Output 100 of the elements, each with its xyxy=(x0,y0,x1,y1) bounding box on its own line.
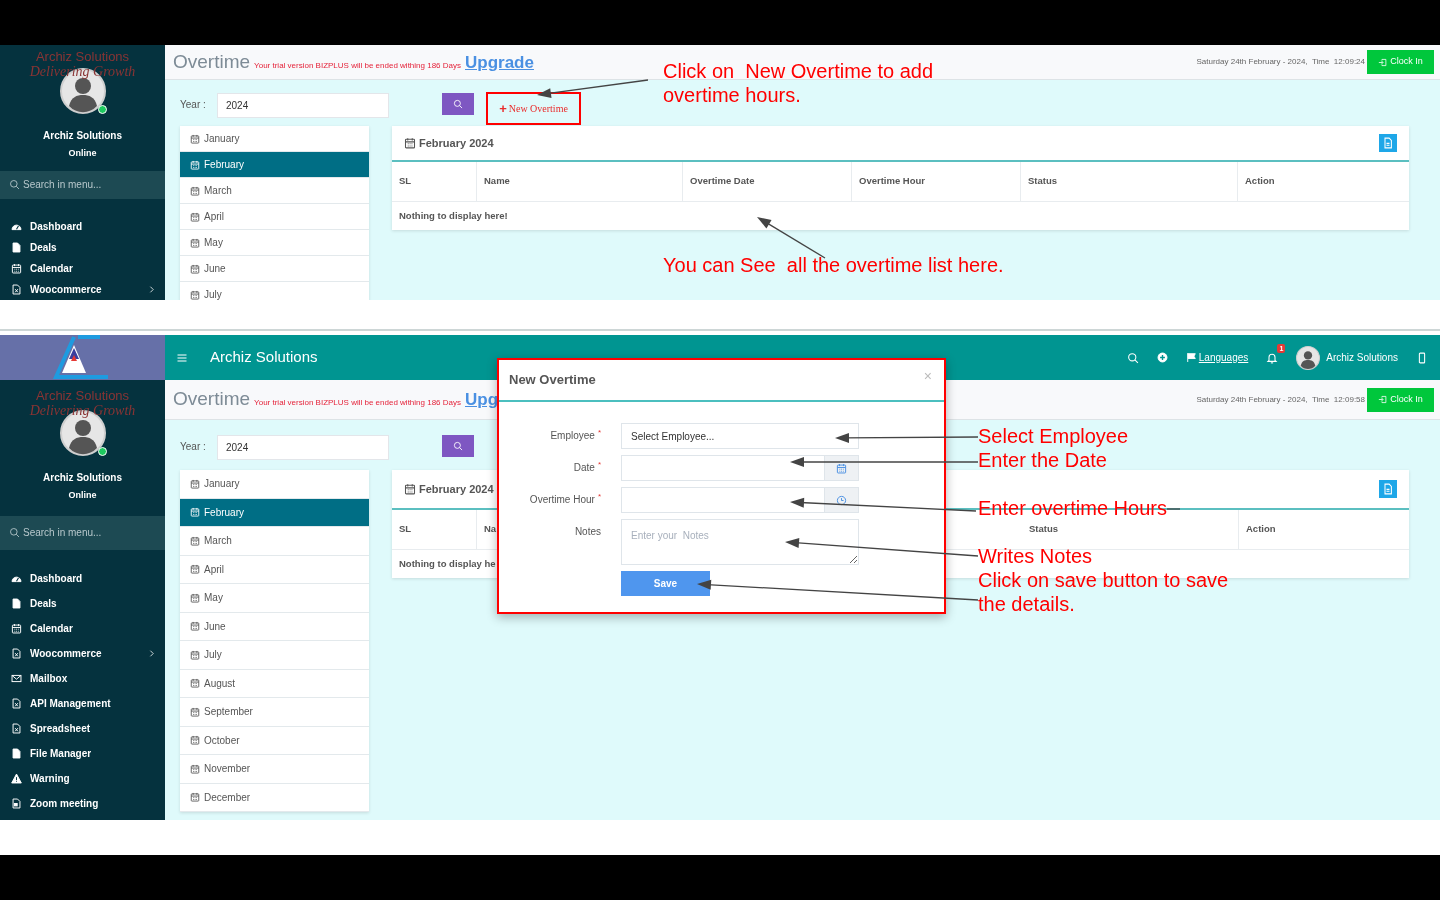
menu-item[interactable]: Calendar xyxy=(0,258,165,279)
calendar-icon xyxy=(404,137,416,149)
month-item[interactable]: March xyxy=(180,178,369,204)
calendar-icon xyxy=(190,478,200,489)
calendar-icon xyxy=(190,211,200,222)
panel-title: February 2024 xyxy=(419,135,494,151)
column-header: Action xyxy=(1245,522,1277,537)
document-icon xyxy=(1382,137,1394,149)
menu-item[interactable]: Woocommerce xyxy=(0,279,165,300)
month-item[interactable]: September xyxy=(180,698,369,727)
column-header: Name xyxy=(477,162,683,201)
hour-field[interactable] xyxy=(621,487,859,513)
empty-message: Nothing to display he xyxy=(399,556,496,571)
spreadsheet-icon xyxy=(11,697,22,709)
sign-in-icon xyxy=(1378,395,1388,404)
annotation-text: Click on New Overtime to add overtime hours. xyxy=(663,59,935,107)
page-title: Overtime xyxy=(173,49,251,74)
calendar-icon xyxy=(11,263,22,274)
month-item[interactable]: July xyxy=(180,641,369,670)
month-item[interactable]: August xyxy=(180,669,369,698)
dialog-title: New Overtime xyxy=(509,371,596,390)
employee-select[interactable]: Select Employee... xyxy=(621,423,859,449)
search-icon[interactable] xyxy=(1126,351,1139,364)
month-item[interactable]: June xyxy=(180,612,369,641)
notes-field[interactable]: Enter your Notes xyxy=(621,519,859,565)
plus-circle-icon[interactable] xyxy=(1156,352,1168,363)
month-item[interactable]: June xyxy=(180,256,369,282)
calendar-icon xyxy=(190,263,200,274)
month-item[interactable]: February xyxy=(180,498,369,527)
trial-notice: Your trial version BIZPLUS will be ended withing 186 Days xyxy=(254,59,461,72)
bell-icon[interactable] xyxy=(1266,352,1279,365)
search-field[interactable]: Search in menu... xyxy=(0,170,165,199)
date-field[interactable] xyxy=(621,455,859,481)
menu-item[interactable]: Calendar xyxy=(0,615,165,641)
page-title: Overtime xyxy=(173,387,251,412)
flag-icon xyxy=(1185,352,1197,363)
annotation-arrow xyxy=(757,217,826,259)
column-header: SL xyxy=(392,510,477,549)
avatar-silhouette xyxy=(1296,345,1321,370)
calendar-icon xyxy=(190,289,200,300)
calendar-icon xyxy=(190,592,200,603)
user-status: Online xyxy=(68,489,97,502)
calendar-icon xyxy=(190,535,200,546)
menu-item[interactable]: Woocommerce xyxy=(0,640,165,666)
search-icon xyxy=(9,527,20,538)
menu-item[interactable]: Deals xyxy=(0,237,165,258)
new-overtime-button[interactable]: +New Overtime xyxy=(486,92,581,125)
user-status: Online xyxy=(68,147,97,160)
annotation-text: Select Employee xyxy=(978,424,1129,448)
device-icon[interactable] xyxy=(1416,351,1428,364)
menu-item[interactable]: Deals xyxy=(0,590,165,616)
menu-item[interactable]: Dashboard xyxy=(0,565,165,591)
annotation-text: Click on save button to save the details. xyxy=(978,568,1230,616)
month-item[interactable]: May xyxy=(180,230,369,256)
user-menu-name[interactable]: Archiz Solutions xyxy=(1326,350,1398,365)
pdf-export-button[interactable] xyxy=(1379,480,1397,498)
document-icon xyxy=(11,242,22,253)
month-item[interactable]: April xyxy=(180,555,369,584)
calendar-icon xyxy=(404,483,416,495)
year-field[interactable]: 2024 xyxy=(217,435,389,460)
month-item[interactable]: April xyxy=(180,204,369,230)
calendar-icon xyxy=(190,763,200,774)
calendar-icon xyxy=(190,706,200,717)
menu-item[interactable]: Spreadsheet xyxy=(0,715,165,741)
search-field[interactable]: Search in menu... xyxy=(0,515,165,550)
month-item[interactable]: November xyxy=(180,755,369,784)
logo-tagline: Delivering Growth xyxy=(29,403,136,419)
month-item[interactable]: January xyxy=(180,470,369,499)
languages-link[interactable]: Languages xyxy=(1185,350,1249,365)
month-item[interactable]: February xyxy=(180,152,369,178)
month-item[interactable]: March xyxy=(180,527,369,556)
menu-item[interactable]: API Management xyxy=(0,690,165,716)
clock-icon[interactable] xyxy=(836,494,847,506)
pdf-export-button[interactable] xyxy=(1379,134,1397,152)
search-button[interactable] xyxy=(442,435,474,457)
month-item[interactable]: December xyxy=(180,783,369,812)
search-button[interactable] xyxy=(442,93,474,115)
calendar-icon xyxy=(190,621,200,632)
column-header: Overtime Hour xyxy=(852,162,1021,201)
calendar-icon xyxy=(190,735,200,746)
calendar-icon[interactable] xyxy=(836,462,847,474)
menu-icon[interactable] xyxy=(176,351,188,364)
menu-item[interactable]: Zoom meeting xyxy=(0,790,165,816)
month-item[interactable]: October xyxy=(180,726,369,755)
calendar-icon xyxy=(190,649,200,660)
menu-item[interactable]: Mailbox xyxy=(0,665,165,691)
search-icon xyxy=(9,179,20,191)
month-item[interactable]: May xyxy=(180,584,369,613)
calendar-icon xyxy=(190,507,200,518)
envelope-icon xyxy=(11,672,22,684)
year-field[interactable]: 2024 xyxy=(217,93,389,118)
empty-message: Nothing to display here! xyxy=(399,208,508,223)
calendar-icon xyxy=(190,678,200,689)
calendar-icon xyxy=(190,792,200,803)
menu-item[interactable]: File Manager xyxy=(0,740,165,766)
menu-item[interactable]: Warning xyxy=(0,765,165,791)
column-header: Status xyxy=(1021,162,1238,201)
column-header: Overtime Date xyxy=(683,162,852,201)
panel-title: February 2024 xyxy=(419,481,494,497)
menu-item[interactable]: Dashboard xyxy=(0,216,165,237)
